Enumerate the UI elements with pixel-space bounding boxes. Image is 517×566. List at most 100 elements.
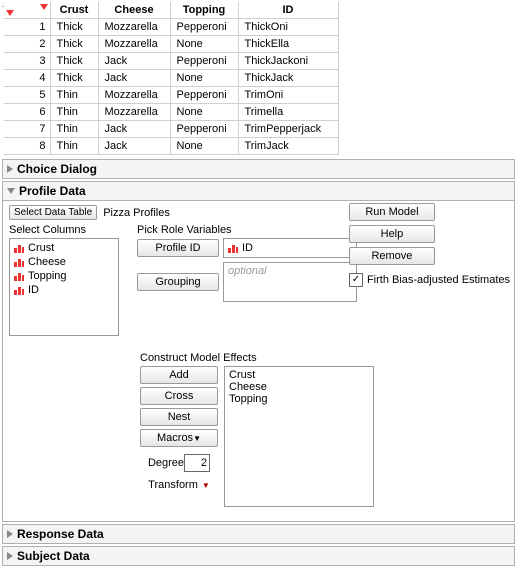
cell[interactable]: Pepperoni (170, 87, 238, 104)
cell[interactable]: Trimella (238, 104, 338, 121)
cell[interactable]: TrimPepperjack (238, 121, 338, 138)
grouping-role-box[interactable]: optional (223, 262, 357, 302)
degree-input[interactable] (184, 454, 210, 472)
cell[interactable]: Pepperoni (170, 53, 238, 70)
grouping-button[interactable]: Grouping (137, 273, 219, 291)
cell[interactable]: Thick (50, 70, 98, 87)
table-row[interactable]: 4ThickJackNoneThickJack (4, 70, 338, 87)
list-item[interactable]: Topping (10, 269, 118, 283)
model-effects-list[interactable]: Crust Cheese Topping (224, 366, 374, 507)
row-number[interactable]: 3 (4, 53, 50, 70)
list-item[interactable]: Crust (10, 241, 118, 255)
profile-id-value: ID (242, 242, 253, 254)
section-profile-data[interactable]: Profile Data (2, 181, 515, 201)
cell[interactable]: None (170, 70, 238, 87)
column-icon (14, 257, 24, 267)
section-choice-dialog[interactable]: Choice Dialog (2, 159, 515, 179)
cell[interactable]: Thick (50, 36, 98, 53)
cell[interactable]: ThickJack (238, 70, 338, 87)
list-item[interactable]: Cheese (229, 381, 369, 393)
section-title: Subject Data (17, 549, 90, 563)
transform-label: Transform (148, 479, 198, 491)
cell[interactable]: Thin (50, 138, 98, 155)
cross-button[interactable]: Cross (140, 387, 218, 405)
remove-button[interactable]: Remove (349, 247, 435, 265)
column-icon (14, 243, 24, 253)
cell[interactable]: None (170, 104, 238, 121)
cell[interactable]: Pepperoni (170, 19, 238, 36)
list-item[interactable]: Cheese (10, 255, 118, 269)
cell[interactable]: Jack (98, 138, 170, 155)
cell[interactable]: Thin (50, 104, 98, 121)
table-row[interactable]: 6ThinMozzarellaNoneTrimella (4, 104, 338, 121)
cell[interactable]: Jack (98, 70, 170, 87)
selected-table-name: Pizza Profiles (103, 207, 170, 219)
cell[interactable]: Thin (50, 121, 98, 138)
col-header-cheese[interactable]: Cheese (98, 2, 170, 19)
cell[interactable]: Mozzarella (98, 19, 170, 36)
section-subject-data[interactable]: Subject Data (2, 546, 515, 566)
row-number[interactable]: 1 (4, 19, 50, 36)
col-header-crust[interactable]: Crust (50, 2, 98, 19)
transform-dropdown-icon[interactable]: ▼ (202, 481, 210, 490)
row-number[interactable]: 4 (4, 70, 50, 87)
run-model-button[interactable]: Run Model (349, 203, 435, 221)
row-number[interactable]: 8 (4, 138, 50, 155)
help-button[interactable]: Help (349, 225, 435, 243)
cell[interactable]: Mozzarella (98, 87, 170, 104)
table-row[interactable]: 1ThickMozzarellaPepperoniThickOni (4, 19, 338, 36)
row-number[interactable]: 6 (4, 104, 50, 121)
data-table[interactable]: Crust Cheese Topping ID 1ThickMozzarella… (4, 2, 339, 155)
macros-button[interactable]: Macros ▼ (140, 429, 218, 447)
list-item[interactable]: ID (10, 283, 118, 297)
cell[interactable]: Thick (50, 53, 98, 70)
disclosure-triangle-icon[interactable] (7, 530, 13, 538)
table-row[interactable]: 2ThickMozzarellaNoneThickElla (4, 36, 338, 53)
cell[interactable]: TrimOni (238, 87, 338, 104)
degree-label: Degree (148, 457, 184, 469)
row-number[interactable]: 7 (4, 121, 50, 138)
select-columns-list[interactable]: Crust Cheese Topping ID (9, 238, 119, 336)
cell[interactable]: Jack (98, 121, 170, 138)
cell[interactable]: TrimJack (238, 138, 338, 155)
row-number[interactable]: 2 (4, 36, 50, 53)
pick-role-label: Pick Role Variables (137, 224, 357, 236)
list-item[interactable]: Crust (229, 369, 369, 381)
select-data-table-button[interactable]: Select Data Table (9, 205, 97, 220)
table-row[interactable]: 3ThickJackPepperoniThickJackoni (4, 53, 338, 70)
cell[interactable]: ThickJackoni (238, 53, 338, 70)
column-icon (14, 271, 24, 281)
table-row[interactable]: 7ThinJackPepperoniTrimPepperjack (4, 121, 338, 138)
table-row[interactable]: 8ThinJackNoneTrimJack (4, 138, 338, 155)
section-title: Choice Dialog (17, 162, 97, 176)
disclosure-triangle-icon[interactable] (7, 552, 13, 560)
cell[interactable]: Mozzarella (98, 36, 170, 53)
row-header-corner[interactable] (4, 2, 50, 19)
cell[interactable]: Thin (50, 87, 98, 104)
profile-id-button[interactable]: Profile ID (137, 239, 219, 257)
section-response-data[interactable]: Response Data (2, 524, 515, 544)
cell[interactable]: ThickElla (238, 36, 338, 53)
cell[interactable]: Mozzarella (98, 104, 170, 121)
firth-label: Firth Bias-adjusted Estimates (367, 274, 510, 286)
profile-id-role-box[interactable]: ID (223, 238, 357, 258)
nest-button[interactable]: Nest (140, 408, 218, 426)
add-button[interactable]: Add (140, 366, 218, 384)
cell[interactable]: ThickOni (238, 19, 338, 36)
firth-checkbox[interactable]: ✓ (349, 273, 363, 287)
disclosure-triangle-icon[interactable] (7, 165, 13, 173)
col-header-id[interactable]: ID (238, 2, 338, 19)
row-number[interactable]: 5 (4, 87, 50, 104)
cell[interactable]: Thick (50, 19, 98, 36)
disclosure-triangle-icon[interactable] (7, 188, 15, 194)
cell[interactable]: None (170, 36, 238, 53)
cell[interactable]: Pepperoni (170, 121, 238, 138)
section-title: Profile Data (19, 184, 86, 198)
table-row[interactable]: 5ThinMozzarellaPepperoniTrimOni (4, 87, 338, 104)
grouping-placeholder: optional (228, 265, 267, 277)
col-header-topping[interactable]: Topping (170, 2, 238, 19)
cell[interactable]: Jack (98, 53, 170, 70)
cell[interactable]: None (170, 138, 238, 155)
column-icon (14, 285, 24, 295)
list-item[interactable]: Topping (229, 393, 369, 405)
